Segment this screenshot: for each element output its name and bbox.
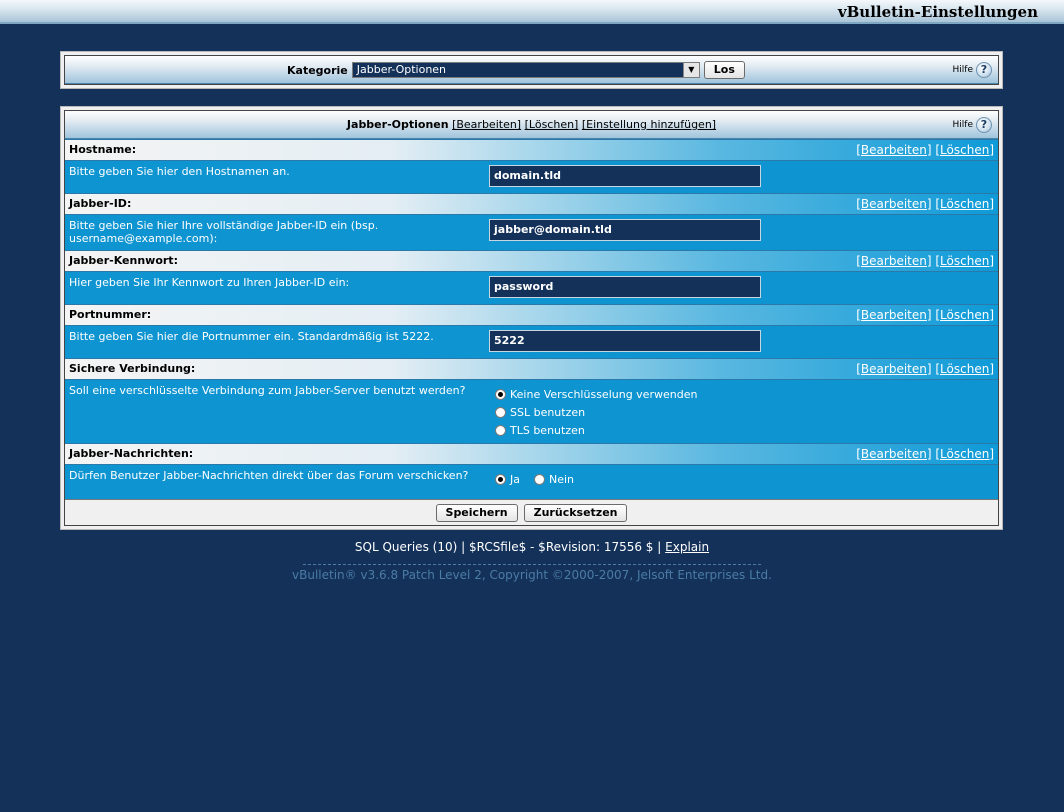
setting-description: Soll eine verschlüsselte Verbindung zum …: [69, 384, 466, 397]
explain-link[interactable]: Explain: [665, 540, 709, 554]
edit-link[interactable]: [Bearbeiten]: [856, 362, 931, 376]
radio-option-yes[interactable]: Ja Nein: [495, 473, 574, 486]
setting-title: Portnummer:: [69, 308, 152, 321]
setting-title: Jabber-ID:: [69, 197, 132, 210]
setting-description: Bitte geben Sie hier den Hostnamen an.: [69, 165, 290, 178]
reset-button[interactable]: Zurücksetzen: [523, 503, 628, 522]
setting-title: Jabber-Nachrichten:: [69, 447, 194, 460]
edit-link[interactable]: [Bearbeiten]: [856, 197, 931, 211]
options-panel: Jabber-Optionen [Bearbeiten] [Löschen] […: [60, 106, 1003, 530]
setting-title: Sichere Verbindung:: [69, 362, 196, 375]
setting-title: Jabber-Kennwort:: [69, 254, 178, 267]
setting-description: Bitte geben Sie hier Ihre vollständige J…: [69, 219, 379, 245]
category-selected-value: Jabber-Optionen: [356, 63, 447, 76]
jabber-id-input[interactable]: jabber@domain.tld: [489, 219, 761, 241]
footer-divider: [303, 564, 761, 565]
query-info: SQL Queries (10) | $RCSfile$ - $Revision…: [354, 540, 662, 554]
group-edit-link[interactable]: [Bearbeiten]: [452, 118, 521, 131]
add-setting-link[interactable]: [Einstellung hinzufügen]: [582, 118, 716, 131]
category-label: Kategorie: [287, 63, 348, 77]
radio-option-tls[interactable]: TLS benutzen: [495, 424, 585, 437]
setting-description: Dürfen Benutzer Jabber-Nachrichten direk…: [69, 469, 469, 482]
port-input[interactable]: 5222: [489, 330, 761, 352]
setting-header-hostname: Hostname: [Bearbeiten] [Löschen]: [65, 139, 998, 161]
delete-link[interactable]: [Löschen]: [935, 254, 994, 268]
setting-row-jabber-id: Bitte geben Sie hier Ihre vollständige J…: [65, 215, 998, 250]
help-icon[interactable]: ?: [976, 117, 992, 133]
setting-header-jabber-password: Jabber-Kennwort: [Bearbeiten] [Löschen]: [65, 250, 998, 272]
help-label: Hilfe: [952, 65, 973, 75]
radio-button[interactable]: [495, 407, 506, 418]
delete-link[interactable]: [Löschen]: [935, 447, 994, 461]
debug-footer: SQL Queries (10) | $RCSfile$ - $Revision…: [0, 540, 1064, 554]
radio-button[interactable]: [495, 425, 506, 436]
options-title: Jabber-Optionen: [346, 118, 449, 131]
radio-option-none[interactable]: Keine Verschlüsselung verwenden: [495, 388, 697, 401]
edit-link[interactable]: [Bearbeiten]: [856, 308, 931, 322]
help-link[interactable]: Hilfe ?: [953, 62, 992, 78]
help-link[interactable]: Hilfe ?: [953, 117, 992, 133]
setting-description: Hier geben Sie Ihr Kennwort zu Ihren Jab…: [69, 276, 350, 289]
hostname-input[interactable]: domain.tld: [489, 165, 761, 187]
radio-button[interactable]: [495, 474, 506, 485]
delete-link[interactable]: [Löschen]: [935, 197, 994, 211]
radio-option-ssl[interactable]: SSL benutzen: [495, 406, 585, 419]
radio-label: Keine Verschlüsselung verwenden: [510, 388, 698, 401]
help-label: Hilfe: [952, 120, 973, 130]
delete-link[interactable]: [Löschen]: [935, 362, 994, 376]
setting-header-port: Portnummer: [Bearbeiten] [Löschen]: [65, 304, 998, 326]
setting-row-jabber-messages: Dürfen Benutzer Jabber-Nachrichten direk…: [65, 465, 998, 499]
setting-header-secure-connection: Sichere Verbindung: [Bearbeiten] [Lösche…: [65, 358, 998, 380]
jabber-password-input[interactable]: password: [489, 276, 761, 298]
help-icon[interactable]: ?: [976, 62, 992, 78]
save-button[interactable]: Speichern: [435, 503, 518, 522]
setting-row-port: Bitte geben Sie hier die Portnummer ein.…: [65, 326, 998, 358]
category-panel: Kategorie Jabber-Optionen ▼ Los Hilfe ?: [60, 51, 1003, 89]
delete-link[interactable]: [Löschen]: [935, 308, 994, 322]
setting-header-jabber-id: Jabber-ID: [Bearbeiten] [Löschen]: [65, 193, 998, 215]
setting-title: Hostname:: [69, 143, 137, 156]
setting-description: Bitte geben Sie hier die Portnummer ein.…: [69, 330, 434, 343]
radio-label-no: Nein: [549, 473, 575, 486]
radio-label: SSL benutzen: [510, 406, 586, 419]
category-header: Kategorie Jabber-Optionen ▼ Los Hilfe ?: [65, 56, 998, 84]
form-actions: Speichern Zurücksetzen: [65, 499, 998, 525]
radio-label: TLS benutzen: [510, 424, 585, 437]
edit-link[interactable]: [Bearbeiten]: [856, 254, 931, 268]
go-button[interactable]: Los: [703, 61, 745, 79]
copyright: vBulletin® v3.6.8 Patch Level 2, Copyrig…: [292, 568, 772, 582]
group-delete-link[interactable]: [Löschen]: [525, 118, 579, 131]
category-select[interactable]: Jabber-Optionen ▼: [351, 62, 700, 78]
chevron-down-icon[interactable]: ▼: [682, 63, 699, 77]
radio-button-no[interactable]: [534, 474, 545, 485]
setting-header-jabber-messages: Jabber-Nachrichten: [Bearbeiten] [Lösche…: [65, 443, 998, 465]
options-header: Jabber-Optionen [Bearbeiten] [Löschen] […: [65, 111, 998, 139]
edit-link[interactable]: [Bearbeiten]: [856, 143, 931, 157]
radio-button[interactable]: [495, 389, 506, 400]
setting-row-jabber-password: Hier geben Sie Ihr Kennwort zu Ihren Jab…: [65, 272, 998, 304]
delete-link[interactable]: [Löschen]: [935, 143, 994, 157]
title-bar: vBulletin-Einstellungen: [0, 0, 1064, 24]
setting-row-hostname: Bitte geben Sie hier den Hostnamen an. d…: [65, 161, 998, 193]
edit-link[interactable]: [Bearbeiten]: [856, 447, 931, 461]
window-title: vBulletin-Einstellungen: [837, 3, 1038, 21]
setting-row-secure-connection: Soll eine verschlüsselte Verbindung zum …: [65, 380, 998, 443]
radio-label: Ja: [510, 473, 520, 486]
